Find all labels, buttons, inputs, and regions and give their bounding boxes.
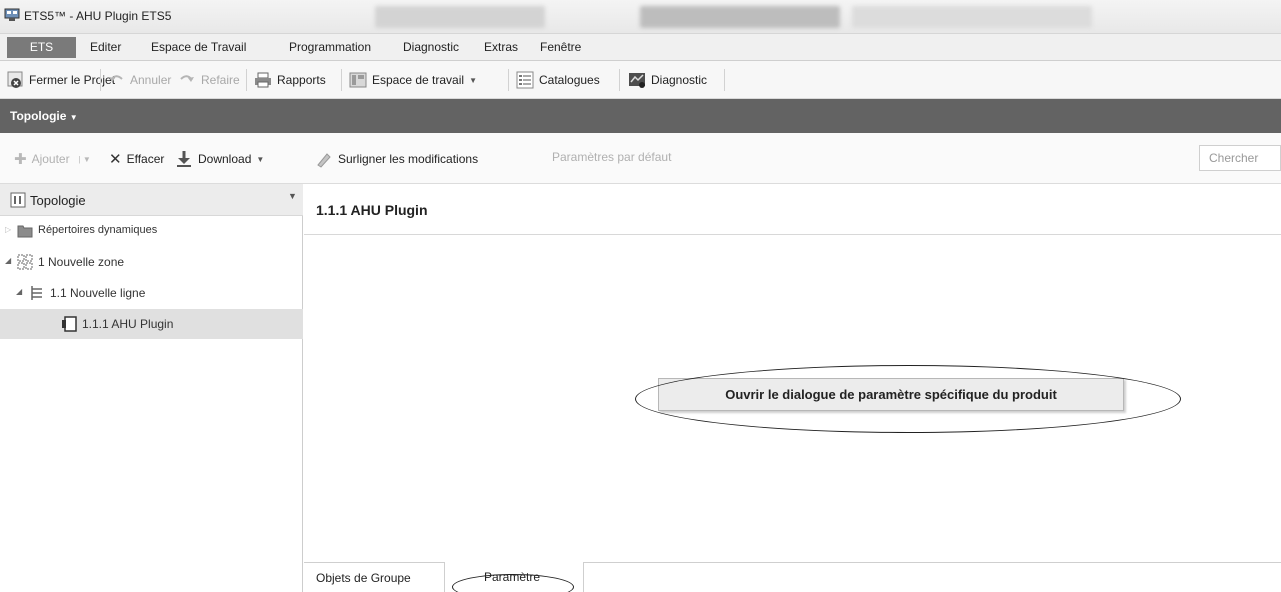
ets-app-icon <box>4 8 20 21</box>
printer-icon <box>255 72 271 88</box>
folder-icon <box>17 225 33 238</box>
device-icon <box>62 316 77 332</box>
toolbar-separator <box>508 69 509 91</box>
tree-item-line[interactable]: ◢ 1.1 Nouvelle ligne <box>0 278 303 308</box>
add-button[interactable]: ✚ Ajouter | ▼ <box>14 150 91 168</box>
catalog-icon <box>516 71 534 89</box>
delete-button[interactable]: ✕ Effacer <box>109 150 164 168</box>
redo-icon <box>180 75 194 82</box>
tree-item-device-ahu-plugin[interactable]: 1.1.1 AHU Plugin <box>0 309 303 339</box>
menu-item-espace-de-travail[interactable]: Espace de Travail <box>151 40 246 54</box>
topology-panel-title[interactable]: Topologie ▼ <box>10 109 78 123</box>
highlight-changes-label: Surligner les modifications <box>338 152 479 166</box>
tree-header[interactable]: Topologie ▼ <box>0 184 303 216</box>
chevron-down-icon: ▼ <box>69 113 78 122</box>
bottom-tab-bar: Objets de Groupe Paramètre <box>304 562 1281 592</box>
toolbar-separator <box>100 69 101 91</box>
blurred-taskbar-item <box>375 6 545 28</box>
diagnostic-label: Diagnostic <box>651 73 708 87</box>
download-icon <box>177 151 191 167</box>
expand-arrow-icon[interactable]: ▷ <box>5 225 11 234</box>
download-button[interactable]: Download ▼ <box>175 150 264 168</box>
toolbar-separator <box>341 69 342 91</box>
topology-panel-bar: Topologie ▼ <box>0 99 1281 133</box>
toolbar-separator <box>246 69 247 91</box>
toolbar-separator <box>724 69 725 91</box>
close-project-button[interactable]: Fermer le Projet <box>6 67 115 93</box>
blurred-taskbar-item <box>852 6 1092 28</box>
catalogs-label: Catalogues <box>539 73 600 87</box>
topology-panel-label: Topologie <box>10 109 67 123</box>
tree-item-label: 1 Nouvelle zone <box>38 255 125 269</box>
menu-item-diagnostic[interactable]: Diagnostic <box>403 40 459 54</box>
close-project-icon <box>7 71 23 88</box>
default-parameters-button[interactable]: Paramètres par défaut <box>552 150 671 164</box>
main-toolbar: Fermer le Projet Annuler Refaire Rapport… <box>0 61 1281 99</box>
line-icon <box>31 286 42 300</box>
topology-tree-panel: Topologie ▼ ▷ Répertoires dynamiques ◢ 1… <box>0 184 303 592</box>
highlight-changes-button[interactable]: Surligner les modifications <box>315 150 478 168</box>
add-label: Ajouter <box>31 152 70 166</box>
collapse-arrow-icon[interactable]: ◢ <box>16 287 22 296</box>
menu-ets-tab[interactable]: ETS <box>7 37 76 58</box>
main-content-panel: 1.1.1 AHU Plugin Ouvrir le dialogue de p… <box>304 184 1281 592</box>
menu-item-programmation[interactable]: Programmation <box>289 40 371 54</box>
default-parameters-label: Paramètres par défaut <box>552 150 672 164</box>
search-input[interactable]: Chercher <box>1199 145 1281 171</box>
dropdown-arrow-icon: | ▼ <box>78 154 91 164</box>
menu-item-editer[interactable]: Editer <box>90 40 121 54</box>
menu-item-extras[interactable]: Extras <box>484 40 518 54</box>
workspace-icon <box>349 72 367 88</box>
dropdown-arrow-icon[interactable]: ▼ <box>288 191 297 201</box>
toolbar-separator <box>619 69 620 91</box>
tree-item-label: 1.1.1 AHU Plugin <box>82 317 174 331</box>
tree-item-label: Répertoires dynamiques <box>38 224 158 236</box>
undo-icon <box>109 75 123 82</box>
tree-item-dynamic-folders[interactable]: ▷ Répertoires dynamiques <box>0 216 303 246</box>
catalogs-button[interactable]: Catalogues <box>516 67 600 93</box>
highlighter-icon <box>317 153 331 168</box>
tree-item-label: 1.1 Nouvelle ligne <box>50 286 146 300</box>
close-project-label: Fermer le Projet <box>29 73 116 87</box>
delete-x-icon: ✕ <box>109 151 122 168</box>
reports-button[interactable]: Rapports <box>254 67 326 93</box>
tree-header-title: Topologie <box>30 193 86 208</box>
tab-group-objects[interactable]: Objets de Groupe <box>316 571 411 585</box>
diagnostic-icon <box>629 73 645 88</box>
workspace-dropdown-button[interactable]: Espace de travail ▼ <box>349 67 477 93</box>
highlight-ellipse <box>635 365 1181 433</box>
page-title: 1.1.1 AHU Plugin <box>316 202 428 218</box>
window-title: ETS5™ - AHU Plugin ETS5 <box>24 9 172 23</box>
undo-button[interactable]: Annuler <box>107 67 171 93</box>
menu-item-fenetre[interactable]: Fenêtre <box>540 40 581 54</box>
dropdown-arrow-icon: ▼ <box>256 154 265 164</box>
topology-icon <box>10 192 26 208</box>
workspace-label: Espace de travail <box>372 73 465 87</box>
diagnostic-button[interactable]: Diagnostic <box>628 67 707 93</box>
reports-label: Rapports <box>277 73 326 87</box>
delete-label: Effacer <box>126 152 165 166</box>
dropdown-arrow-icon: ▼ <box>469 75 477 85</box>
zone-icon <box>17 254 33 270</box>
tree-item-zone[interactable]: ◢ 1 Nouvelle zone <box>0 247 303 277</box>
blurred-taskbar-item <box>640 6 840 28</box>
plus-icon: ✚ <box>14 151 27 168</box>
device-title-bar: 1.1.1 AHU Plugin <box>304 184 1281 235</box>
action-bar: ✚ Ajouter | ▼ ✕ Effacer Download ▼ Surli… <box>0 133 1281 184</box>
download-label: Download <box>198 152 252 166</box>
undo-label: Annuler <box>130 73 172 87</box>
redo-label: Refaire <box>201 73 240 87</box>
collapse-arrow-icon[interactable]: ◢ <box>5 256 11 265</box>
menu-bar: ETS Editer Espace de Travail Programmati… <box>0 34 1281 61</box>
redo-button[interactable]: Refaire <box>178 67 240 93</box>
window-titlebar: ETS5™ - AHU Plugin ETS5 <box>0 0 1281 34</box>
